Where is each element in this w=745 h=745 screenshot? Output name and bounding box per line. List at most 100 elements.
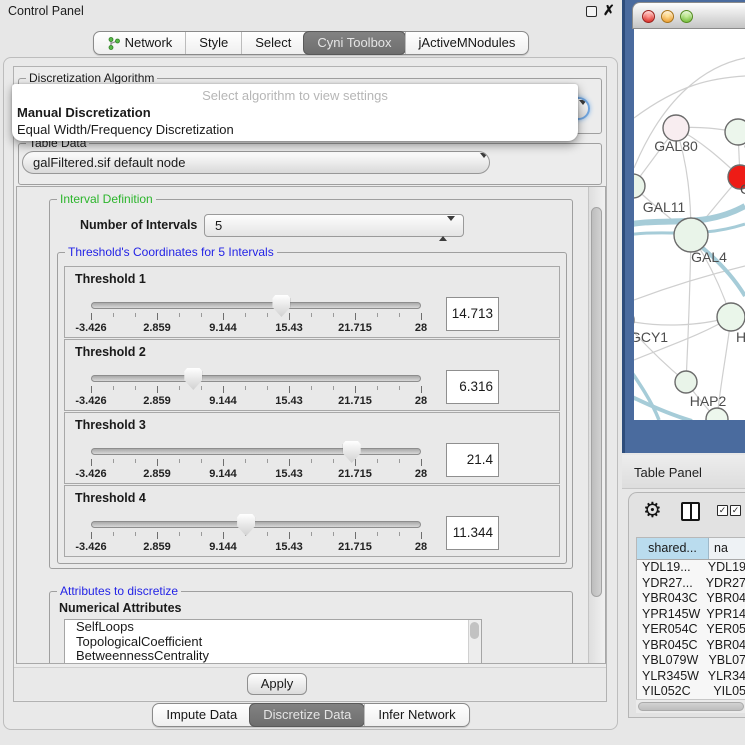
algorithm-popup-hint: Select algorithm to view settings xyxy=(12,88,578,103)
attribute-item[interactable]: SelfLoops xyxy=(65,620,481,635)
table-panel-area: ⚙ ✓ ✓ shared... na YDL19...YDL19YDR27...… xyxy=(622,489,745,745)
close-icon[interactable]: ✗ xyxy=(603,2,615,19)
mac-close-button[interactable] xyxy=(642,10,655,23)
network-node-label: C xyxy=(740,181,745,197)
float-window-icon[interactable] xyxy=(586,6,597,17)
threshold-value-field[interactable]: 14.713 xyxy=(446,297,499,331)
table-row[interactable]: YBR045CYBR04 xyxy=(637,638,745,654)
node-table: shared... na YDL19...YDL19YDR27...YDR27Y… xyxy=(636,537,745,699)
columns-icon[interactable] xyxy=(681,502,700,521)
network-node[interactable] xyxy=(706,408,728,420)
table-row[interactable]: YIL052CYIL05 xyxy=(637,684,745,700)
table-row[interactable]: YLR345WYLR34 xyxy=(637,669,745,685)
numerical-attributes-list[interactable]: SelfLoopsTopologicalCoefficientBetweenne… xyxy=(64,619,482,664)
algorithm-dropdown-popup: Select algorithm to view settings Manual… xyxy=(12,84,578,141)
table-row[interactable]: YBL079WYBL07 xyxy=(637,653,745,669)
algorithm-option-equal-width[interactable]: Equal Width/Frequency Discretization xyxy=(15,122,575,137)
checkbox-icon[interactable]: ✓ xyxy=(717,505,728,516)
network-node[interactable] xyxy=(634,174,645,198)
gear-icon[interactable]: ⚙ xyxy=(643,498,662,523)
thresholds-stack: Threshold 1-3.4262.8599.14415.4321.71528… xyxy=(64,266,560,560)
threshold-label: Threshold 1 xyxy=(75,272,146,286)
interval-definition-group-label: Interval Definition xyxy=(57,192,156,206)
column-header-shared-name[interactable]: shared... xyxy=(637,538,709,559)
attributes-group-label: Attributes to discretize xyxy=(57,584,181,598)
tab-cyni-toolbox[interactable]: Cyni Toolbox xyxy=(303,31,405,55)
threshold-slider-track[interactable] xyxy=(91,302,421,309)
threshold-value-field[interactable]: 21.4 xyxy=(446,443,499,477)
network-window-titlebar[interactable] xyxy=(632,2,745,29)
network-edge[interactable] xyxy=(634,358,659,420)
network-node[interactable] xyxy=(717,303,745,331)
table-data-combobox[interactable]: galFiltered.sif default node xyxy=(22,151,490,174)
threshold-value-field[interactable]: 11.344 xyxy=(446,516,499,550)
network-node-label: GCY1 xyxy=(634,329,668,345)
table-row[interactable]: YDL19...YDL19 xyxy=(637,560,745,576)
tab-network[interactable]: Network xyxy=(94,32,186,54)
table-panel-header: Table Panel xyxy=(622,455,745,489)
tab-network-label: Network xyxy=(125,32,173,54)
network-node-label: GAL4 xyxy=(691,249,727,265)
column-header-name[interactable]: na xyxy=(709,538,745,559)
network-node[interactable] xyxy=(725,119,745,145)
table-row[interactable]: YPR145WYPR14 xyxy=(637,607,745,623)
network-edge[interactable] xyxy=(634,76,745,118)
tab-style[interactable]: Style xyxy=(185,32,241,54)
threshold-slider-track[interactable] xyxy=(91,448,421,455)
threshold-panel: Threshold 1-3.4262.8599.14415.4321.71528… xyxy=(64,266,560,338)
table-row[interactable]: YER054CYER05 xyxy=(637,622,745,638)
tab-discretize-data[interactable]: Discretize Data xyxy=(249,703,365,727)
network-view-window[interactable]: GAL80GCGAL11GAL4GCY1HHAP2 xyxy=(622,0,745,453)
num-intervals-label: Number of Intervals xyxy=(80,218,197,232)
numerical-attributes-label: Numerical Attributes xyxy=(59,601,181,615)
network-canvas[interactable]: GAL80GCGAL11GAL4GCY1HHAP2 xyxy=(634,29,745,420)
network-node-label: H xyxy=(736,329,745,345)
interval-definition-group: Interval Definition Number of Intervals … xyxy=(49,199,573,569)
checkbox-icon[interactable]: ✓ xyxy=(730,505,741,516)
tab-select[interactable]: Select xyxy=(241,32,304,54)
num-intervals-value: 5 xyxy=(215,218,222,233)
network-node[interactable] xyxy=(674,218,708,252)
threshold-value-field[interactable]: 6.316 xyxy=(446,370,499,404)
tab-jactivemnodules[interactable]: jActiveMNodules xyxy=(405,32,529,54)
threshold-label: Threshold 4 xyxy=(75,491,146,505)
table-panel-box: ⚙ ✓ ✓ shared... na YDL19...YDL19YDR27...… xyxy=(628,492,745,718)
mac-zoom-button[interactable] xyxy=(680,10,693,23)
network-node[interactable] xyxy=(675,371,697,393)
tab-infer-network[interactable]: Infer Network xyxy=(364,704,468,726)
threshold-slider-thumb[interactable] xyxy=(343,441,361,463)
settings-scrollbar-thumb[interactable] xyxy=(591,207,602,597)
num-intervals-spinner[interactable]: 5 xyxy=(204,214,464,237)
mac-minimize-button[interactable] xyxy=(661,10,674,23)
top-tab-bar: Network Style Select Cyni Toolbox jActiv… xyxy=(0,31,622,55)
tab-impute-data[interactable]: Impute Data xyxy=(153,704,250,726)
table-row[interactable]: YBR043CYBR04 xyxy=(637,591,745,607)
discretization-algorithm-group-label: Discretization Algorithm xyxy=(26,71,157,85)
attribute-item[interactable]: BetweennessCentrality xyxy=(65,649,481,664)
threshold-slider-track[interactable] xyxy=(91,375,421,382)
window-frame xyxy=(622,0,625,453)
threshold-slider-thumb[interactable] xyxy=(272,295,290,317)
table-scrollbar-thumb[interactable] xyxy=(638,702,744,711)
table-header-row: shared... na xyxy=(637,538,745,560)
attributes-scrollbar[interactable] xyxy=(468,620,481,664)
bottom-tab-bar: Impute Data Discretize Data Infer Networ… xyxy=(0,703,622,727)
network-node-label: HAP2 xyxy=(690,393,727,409)
network-edge[interactable] xyxy=(634,392,692,420)
table-data-selected: galFiltered.sif default node xyxy=(33,155,185,170)
threshold-label: Threshold 2 xyxy=(75,345,146,359)
combo-arrows-icon xyxy=(472,155,480,174)
settings-scrollbar[interactable] xyxy=(588,187,605,663)
threshold-slider-track[interactable] xyxy=(91,521,421,528)
threshold-label: Threshold 3 xyxy=(75,418,146,432)
threshold-slider-thumb[interactable] xyxy=(237,514,255,536)
attribute-item[interactable]: TopologicalCoefficient xyxy=(65,635,481,650)
algorithm-option-manual[interactable]: Manual Discretization xyxy=(15,105,575,120)
apply-bar: Apply xyxy=(14,667,606,700)
attributes-group: Attributes to discretize Numerical Attri… xyxy=(49,591,573,664)
threshold-slider-thumb[interactable] xyxy=(184,368,202,390)
network-node-label: GAL80 xyxy=(654,138,698,154)
table-row[interactable]: YDR27...YDR27 xyxy=(637,576,745,592)
apply-button[interactable]: Apply xyxy=(247,673,307,695)
table-horizontal-scrollbar[interactable] xyxy=(636,699,745,713)
